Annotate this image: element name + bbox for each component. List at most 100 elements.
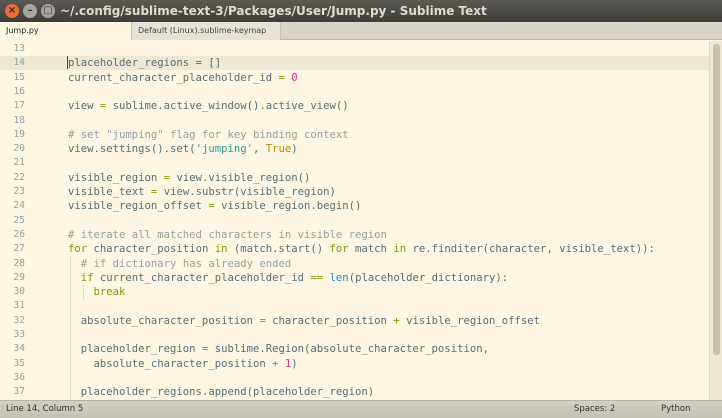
code-line[interactable]: placeholder_regions = [] (68, 56, 221, 70)
code-token: (match.start() (227, 243, 330, 256)
code-token: current_character_placeholder_id (68, 71, 279, 84)
line-number: 23 (13, 186, 25, 197)
line-number: 17 (13, 100, 25, 112)
code-line[interactable]: if current_character_placeholder_id == l… (68, 271, 508, 285)
code-token: character_position (87, 243, 215, 256)
line-number: 25 (13, 214, 25, 226)
code-token: len (329, 271, 349, 284)
line-number: 32 (13, 314, 25, 326)
line-number: 26 (13, 228, 25, 240)
code-token: placeholder_regions = [] (68, 57, 222, 70)
window-controls: × – □ (5, 4, 55, 18)
code-line[interactable]: visible_region_offset = visible_region.b… (68, 199, 361, 213)
code-line[interactable]: visible_region = view.visible_region() (68, 171, 310, 185)
code-editor[interactable]: 13 14 15 16 17 18 19 20 21 22 23 24 25 26 27 28 29 30 31 32… (0, 41, 709, 400)
line-number: 29 (13, 271, 25, 283)
code-token: in (214, 243, 228, 256)
tab-jump-py[interactable]: Jump.py (0, 22, 131, 40)
code-line[interactable]: break (68, 285, 126, 299)
code-line[interactable]: visible_text = view.substr(visible_regio… (68, 185, 336, 199)
line-number: 36 (13, 371, 25, 383)
code-token: visible_region.begin() (214, 200, 362, 213)
syntax-selector[interactable]: Python (661, 401, 690, 418)
code-token: (placeholder_dictionary): (348, 271, 509, 284)
code-token: # set "jumping" flag for key binding con… (68, 128, 349, 141)
code-token: placeholder_region (68, 343, 202, 356)
code-line[interactable]: for character_position in (match.start()… (68, 242, 655, 256)
code-line[interactable]: placeholder_regions.append(placeholder_r… (68, 385, 374, 399)
code-token: 0 (291, 71, 298, 84)
code-line[interactable]: current_character_placeholder_id = 0 (68, 71, 298, 85)
line-number: 16 (13, 85, 25, 97)
code-line[interactable]: absolute_character_position = character_… (68, 314, 540, 328)
line-number: 31 (13, 300, 25, 312)
code-line[interactable]: placeholder_region = sublime.Region(abso… (68, 342, 489, 356)
line-number: 30 (13, 286, 25, 298)
line-number: 33 (13, 329, 25, 340)
code-line[interactable]: # if dictionary has already ended (68, 257, 291, 271)
code-token: match (348, 243, 394, 256)
line-number: 35 (13, 357, 25, 369)
code-line[interactable]: absolute_character_position + 1) (68, 357, 298, 371)
code-token: in (393, 243, 407, 256)
code-token: visible_region_offset (399, 314, 541, 327)
line-number: 28 (13, 257, 25, 269)
line-number: 27 (13, 243, 25, 255)
line-number: 15 (13, 71, 25, 83)
code-token: for (68, 243, 88, 256)
indentation-setting[interactable]: Spaces: 2 (574, 401, 615, 418)
code-token: # if dictionary has already ended (80, 257, 292, 270)
code-token: # iterate all matched characters in visi… (68, 228, 387, 241)
line-number: 14 (13, 57, 25, 69)
code-token: placeholder_regions.append(placeholder_r… (68, 386, 375, 399)
code-token: character_position (265, 314, 394, 327)
code-token: if (80, 271, 94, 284)
code-token: ) (291, 143, 298, 156)
code-token: current_character_placeholder_id (93, 271, 311, 284)
code-token: True (265, 143, 292, 156)
code-token: view.settings().set( (68, 143, 196, 156)
code-token: visible_region_offset (68, 200, 209, 213)
title-bar: × – □ ~/.config/sublime-text-3/Packages/… (0, 0, 722, 22)
code-token: 'jumping' (195, 143, 253, 156)
close-window-button[interactable]: × (5, 4, 19, 18)
code-token: re.finditer(character, visible_text)): (406, 243, 655, 256)
line-number: 34 (13, 343, 25, 355)
cursor-position: Line 14, Column 5 (6, 404, 84, 414)
line-number: 18 (13, 114, 25, 126)
status-bar: Line 14, Column 5 Spaces: 2 Python (0, 400, 722, 418)
code-token: absolute_character_position (68, 357, 273, 370)
vertical-scrollbar[interactable] (709, 41, 722, 400)
line-number: 13 (13, 43, 25, 54)
window-title: ~/.config/sublime-text-3/Packages/User/J… (60, 4, 487, 18)
line-number-gutter: 13 14 15 16 17 18 19 20 21 22 23 24 25 26 27 28 29 30 31 32… (0, 41, 48, 400)
line-number: 37 (13, 386, 25, 398)
line-number: 24 (13, 200, 25, 212)
code-token: == (310, 271, 324, 284)
tab-default-linux-keymap[interactable]: Default (Linux).sublime-keymap (131, 22, 281, 40)
minimize-window-button[interactable]: – (23, 4, 37, 18)
code-line[interactable]: view.settings().set('jumping', True) (68, 142, 298, 156)
line-number: 21 (13, 157, 25, 169)
indent-guide (69, 256, 71, 400)
line-number: 22 (13, 171, 25, 183)
code-line[interactable]: # iterate all matched characters in visi… (68, 228, 387, 242)
code-line[interactable]: # set "jumping" flag for key binding con… (68, 128, 349, 142)
code-token: view.substr(visible_region) (157, 186, 336, 198)
code-token: sublime.active_window().active_view() (106, 100, 349, 113)
line-number: 20 (13, 143, 25, 155)
scrollbar-thumb[interactable] (713, 44, 720, 355)
code-line[interactable]: view = sublime.active_window().active_vi… (68, 99, 349, 113)
code-token: for (329, 243, 349, 256)
maximize-window-button[interactable]: □ (41, 4, 55, 18)
code-token: visible_region (68, 171, 164, 184)
code-token: view.visible_region() (170, 171, 311, 184)
tab-bar: Jump.py Default (Linux).sublime-keymap (0, 22, 722, 40)
line-number: 19 (13, 128, 25, 140)
code-token: , (252, 143, 266, 156)
code-token: visible_text (68, 186, 151, 198)
code-token: ) (291, 357, 298, 370)
code-token: absolute_character_position (68, 314, 260, 327)
indent-guide (82, 285, 84, 300)
